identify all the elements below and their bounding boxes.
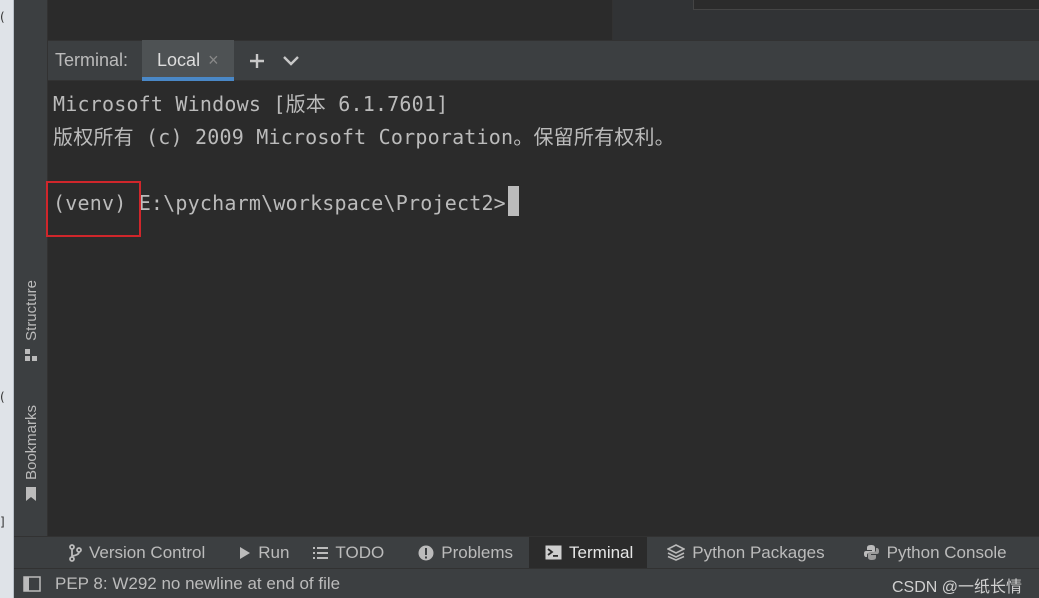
add-tab-button[interactable] <box>248 52 266 70</box>
tab-label: Python Console <box>886 542 1007 562</box>
structure-icon <box>24 347 38 363</box>
tab-terminal[interactable]: Terminal <box>529 537 648 568</box>
tab-problems[interactable]: Problems <box>406 537 525 568</box>
status-bar: PEP 8: W292 no newline at end of file CS… <box>14 568 1039 598</box>
tab-todo[interactable]: TODO <box>301 537 396 568</box>
tab-label: Terminal <box>569 542 634 562</box>
panel-toggle-icon[interactable] <box>23 575 41 593</box>
terminal-line: Microsoft Windows [版本 6.1.7601] <box>53 92 449 116</box>
tab-version-control[interactable]: Version Control <box>56 537 217 568</box>
tab-local-label: Local <box>157 50 201 70</box>
prompt-path: E:\pycharm\workspace\Project2> <box>126 191 506 215</box>
close-icon[interactable]: × <box>208 50 219 71</box>
background-glyph: ] <box>0 515 5 529</box>
layers-icon <box>667 544 686 561</box>
background-window-edge: ( ( ] <box>0 0 14 598</box>
tab-run[interactable]: Run <box>227 537 301 568</box>
tab-local[interactable]: Local × <box>142 40 234 81</box>
tab-python-console[interactable]: Python Console <box>851 537 1019 568</box>
tab-label: Python Packages <box>692 542 825 562</box>
chevron-down-icon <box>282 55 299 66</box>
structure-label: Structure <box>22 280 40 341</box>
terminal-output[interactable]: Microsoft Windows [版本 6.1.7601] 版权所有 (c)… <box>46 82 1039 536</box>
branch-icon <box>68 543 82 562</box>
terminal-header: Terminal: Local × <box>48 40 1039 81</box>
bookmark-icon <box>24 486 38 502</box>
python-icon <box>863 544 880 561</box>
list-icon <box>313 546 329 560</box>
tab-label: TODO <box>335 542 385 562</box>
warning-icon <box>418 545 434 561</box>
background-glyph: ( <box>0 10 5 24</box>
tab-python-packages[interactable]: Python Packages <box>655 537 836 568</box>
tab-dropdown-button[interactable] <box>282 55 300 67</box>
tool-window-bar: Version Control Run TODO Problems Termin… <box>14 536 1039 568</box>
terminal-title: Terminal: <box>55 50 129 70</box>
watermark: CSDN @一纸长情 <box>891 579 1022 596</box>
editor-area <box>48 0 613 40</box>
status-message: PEP 8: W292 no newline at end of file <box>55 573 341 593</box>
editor-side-panel <box>613 0 1039 40</box>
bookmarks-tool-button[interactable]: Bookmarks <box>14 405 48 502</box>
background-glyph: ( <box>0 390 5 404</box>
plus-icon <box>249 53 264 68</box>
play-icon <box>239 546 251 560</box>
highlight-box <box>46 181 141 237</box>
text-cursor <box>507 186 519 216</box>
terminal-prompt-line: (venv) E:\pycharm\workspace\Project2> <box>46 181 519 237</box>
bookmarks-label: Bookmarks <box>22 405 40 481</box>
tab-label: Run <box>258 542 290 562</box>
editor-minimap <box>693 0 1039 10</box>
tab-label: Version Control <box>89 542 206 562</box>
structure-tool-button[interactable]: Structure <box>14 280 48 363</box>
venv-prefix: (venv) <box>46 181 141 237</box>
terminal-icon <box>545 545 562 560</box>
tab-label: Problems <box>441 542 514 562</box>
left-tool-strip: Structure Bookmarks <box>14 0 48 536</box>
terminal-line: 版权所有 (c) 2009 Microsoft Corporation。保留所有… <box>53 125 675 149</box>
